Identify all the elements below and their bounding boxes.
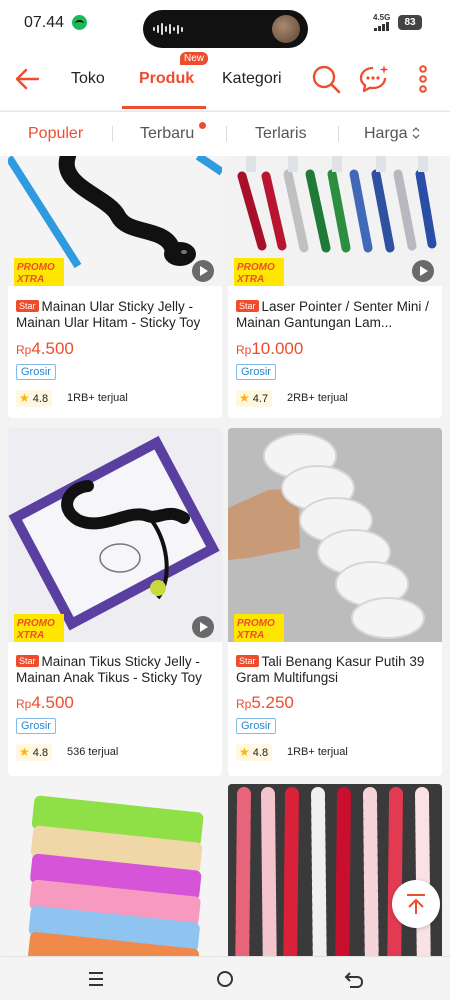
more-vertical-icon[interactable]: [410, 63, 436, 95]
star-badge: Star: [16, 655, 39, 667]
product-image: [8, 784, 222, 956]
star-icon: ★: [239, 745, 250, 759]
star-badge: Star: [236, 655, 259, 667]
tab-toko[interactable]: Toko: [71, 70, 105, 88]
status-time: 07.44: [24, 14, 65, 31]
svg-text:XTRA: XTRA: [16, 630, 44, 641]
svg-text:PROMO: PROMO: [17, 618, 55, 629]
grosir-tag: Grosir: [16, 718, 56, 734]
grosir-tag: Grosir: [236, 718, 276, 734]
product-price: Rp5.250: [236, 693, 294, 712]
rating-badge: ★ 4.8: [236, 744, 273, 761]
product-price: Rp10.000: [236, 339, 304, 358]
media-thumbnail: [272, 15, 300, 43]
rating-badge: ★ 4.7: [236, 390, 273, 407]
notification-dot: [199, 122, 206, 129]
product-card[interactable]: PROMO XTRA Star Tali Benang Kasur Putih 3…: [228, 428, 442, 776]
promo-xtra-icon: PROMO XTRA: [14, 258, 64, 286]
product-card[interactable]: [8, 784, 222, 956]
product-name: Star Tali Benang Kasur Putih 39 Gram Mult…: [236, 654, 425, 685]
star-badge: Star: [236, 300, 259, 312]
sort-terbaru[interactable]: Terbaru: [140, 125, 194, 143]
product-price: Rp4.500: [16, 693, 74, 712]
dynamic-island[interactable]: [143, 10, 308, 48]
status-bar: 07.44 4.5G 83: [0, 0, 450, 50]
product-name: Star Mainan Tikus Sticky Jelly - Mainan A…: [16, 654, 202, 685]
product-image: PROMO XTRA: [8, 428, 222, 642]
rating-badge: ★ 4.8: [16, 390, 53, 407]
svg-text:PROMO: PROMO: [17, 262, 55, 273]
home-icon[interactable]: [213, 967, 237, 991]
product-image: PROMO XTRA: [8, 156, 222, 286]
promo-xtra-icon: PROMO XTRA: [234, 614, 284, 642]
sort-arrows-icon[interactable]: [411, 125, 421, 141]
play-video-icon[interactable]: [412, 260, 434, 282]
grosir-tag: Grosir: [236, 364, 276, 380]
grosir-tag: Grosir: [16, 364, 56, 380]
search-icon[interactable]: [310, 63, 342, 95]
active-tab-indicator: [122, 106, 206, 109]
divider: [338, 126, 339, 142]
star-icon: ★: [239, 391, 250, 405]
svg-text:XTRA: XTRA: [236, 630, 264, 641]
sort-harga[interactable]: Harga: [364, 125, 408, 143]
play-video-icon[interactable]: [192, 260, 214, 282]
tab-produk[interactable]: Produk: [139, 70, 194, 88]
sold-count: 536 terjual: [67, 746, 119, 758]
svg-text:PROMO: PROMO: [237, 262, 275, 273]
shop-header: Toko Produk New Kategori: [0, 50, 450, 110]
signal-icon: [374, 22, 389, 31]
svg-text:PROMO: PROMO: [237, 618, 275, 629]
sold-count: 2RB+ terjual: [287, 392, 348, 404]
sort-populer[interactable]: Populer: [28, 125, 83, 143]
sold-count: 1RB+ terjual: [67, 392, 128, 404]
divider: [112, 126, 113, 142]
product-name: Star Laser Pointer / Senter Mini / Mainan…: [236, 299, 429, 330]
product-card[interactable]: PROMO XTRA Star Mainan Ular Sticky Jelly …: [8, 156, 222, 418]
product-name: Star Mainan Ular Sticky Jelly - Mainan Ul…: [16, 299, 201, 330]
tab-kategori[interactable]: Kategori: [222, 70, 282, 88]
product-card[interactable]: PROMO XTRA Star Laser Pointer / Senter Mi…: [228, 156, 442, 418]
product-card[interactable]: PROMO XTRA Star Mainan Tikus Sticky Jelly…: [8, 428, 222, 776]
product-image: PROMO XTRA: [228, 156, 442, 286]
rating-badge: ★ 4.8: [16, 744, 53, 761]
menu-icon[interactable]: [84, 967, 108, 991]
scroll-to-top-button[interactable]: [392, 880, 440, 928]
product-price: Rp4.500: [16, 339, 74, 358]
play-video-icon[interactable]: [192, 616, 214, 638]
promo-xtra-icon: PROMO XTRA: [14, 614, 64, 642]
sold-count: 1RB+ terjual: [287, 746, 348, 758]
arrow-up-icon: [407, 894, 425, 914]
product-card[interactable]: [228, 784, 442, 956]
network-label: 4.5G: [373, 13, 391, 22]
product-image: PROMO XTRA: [228, 428, 442, 642]
new-badge: New: [180, 52, 209, 65]
chat-icon[interactable]: [358, 63, 390, 95]
spotify-icon: [72, 15, 87, 30]
back-icon[interactable]: [342, 967, 366, 991]
promo-xtra-icon: PROMO XTRA: [234, 258, 284, 286]
sort-bar: Populer Terbaru Terlaris Harga: [0, 111, 450, 156]
product-grid: PROMO XTRA Star Mainan Ular Sticky Jelly …: [0, 156, 450, 956]
divider: [226, 126, 227, 142]
svg-text:XTRA: XTRA: [236, 274, 264, 285]
sort-terlaris[interactable]: Terlaris: [255, 125, 307, 143]
system-nav-bar: [0, 956, 450, 1000]
star-badge: Star: [16, 300, 39, 312]
star-icon: ★: [19, 745, 30, 759]
audio-wave-icon: [153, 22, 183, 36]
battery-icon: 83: [398, 15, 422, 30]
svg-text:XTRA: XTRA: [16, 274, 44, 285]
product-image: [228, 784, 442, 956]
star-icon: ★: [19, 391, 30, 405]
back-arrow-icon[interactable]: [12, 64, 42, 94]
